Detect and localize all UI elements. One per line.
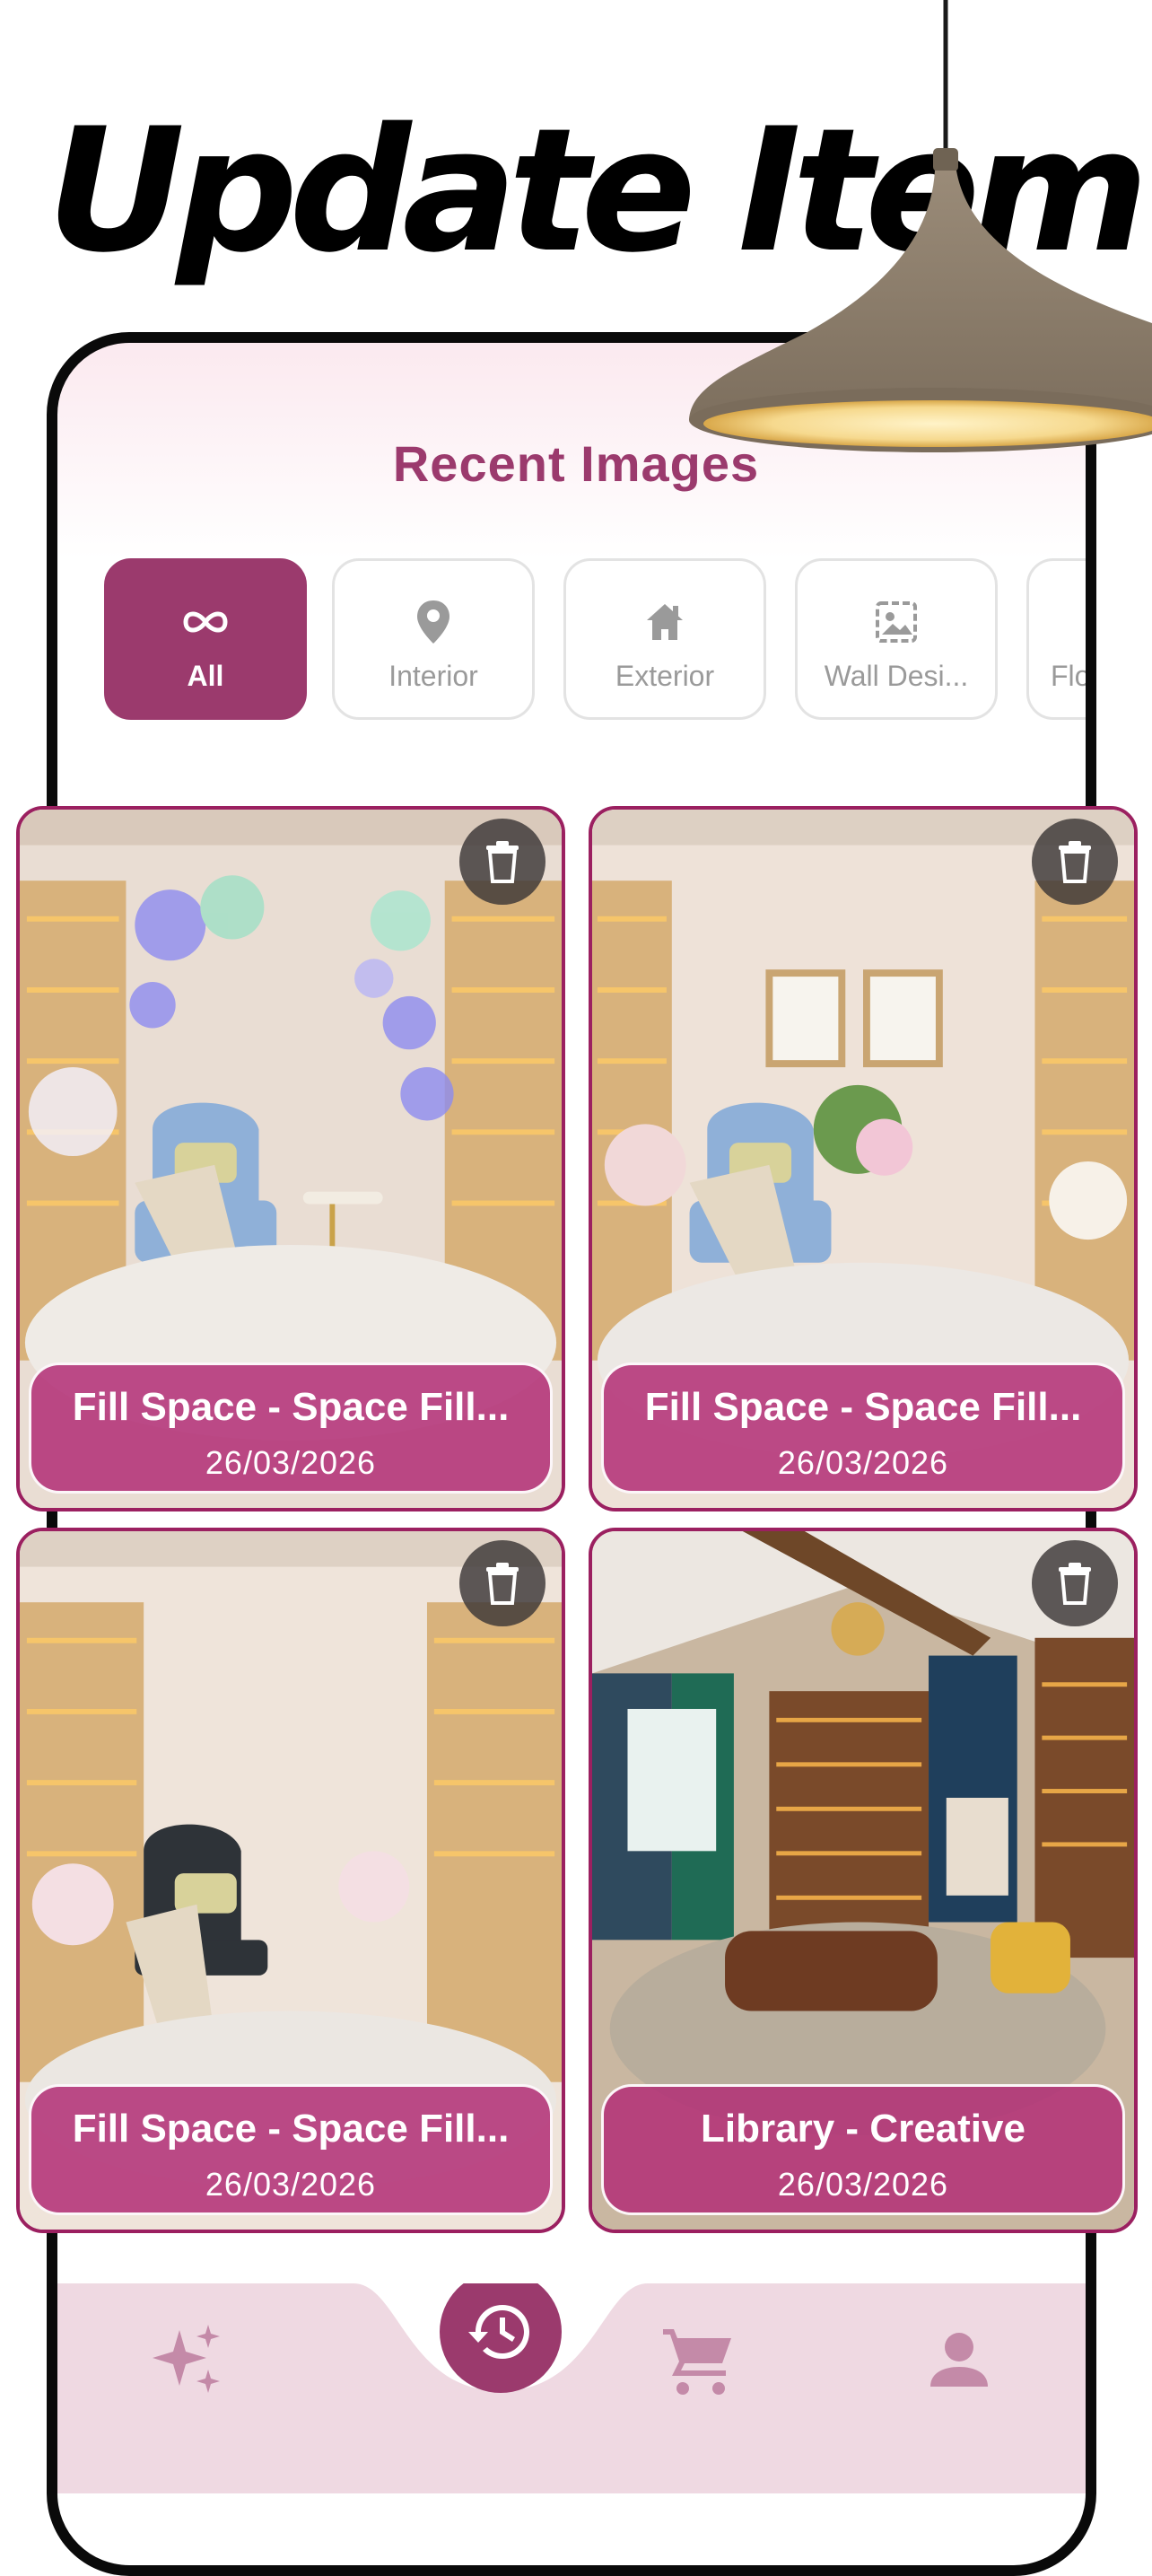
card-title: Library - Creative — [701, 2107, 1025, 2151]
infinity-icon — [107, 599, 304, 645]
filter-chip-floor[interactable]: Flo — [1026, 558, 1086, 720]
delete-button[interactable] — [459, 1540, 545, 1626]
category-filter-bar: All Interior Exterior Wall Desi... Flo — [104, 558, 1086, 729]
filter-chip-label: Flo — [1051, 660, 1086, 692]
floor-icon — [1029, 599, 1086, 645]
card-caption: Library - Creative 26/03/2026 — [601, 2084, 1125, 2215]
filter-chip-interior[interactable]: Interior — [332, 558, 535, 720]
wall-image-icon — [798, 599, 995, 645]
card-caption: Fill Space - Space Fill... 26/03/2026 — [29, 2084, 553, 2215]
card-date: 26/03/2026 — [205, 1444, 377, 1481]
delete-button[interactable] — [459, 819, 545, 905]
card-caption: Fill Space - Space Fill... 26/03/2026 — [601, 1362, 1125, 1494]
card-title: Fill Space - Space Fill... — [644, 1385, 1082, 1429]
profile-icon — [930, 2333, 988, 2387]
trash-icon — [486, 1563, 519, 1605]
location-pin-icon — [335, 599, 532, 645]
card-caption: Fill Space - Space Fill... 26/03/2026 — [29, 1362, 553, 1494]
delete-button[interactable] — [1032, 1540, 1118, 1626]
trash-icon — [1059, 1563, 1091, 1605]
filter-chip-label: All — [187, 660, 224, 692]
card-date: 26/03/2026 — [777, 2166, 949, 2203]
nav-ai-generate[interactable] — [147, 2319, 228, 2400]
trash-icon — [1059, 841, 1091, 883]
card-title: Fill Space - Space Fill... — [72, 2107, 510, 2151]
filter-chip-all[interactable]: All — [104, 558, 307, 720]
filter-chip-label: Exterior — [615, 660, 715, 692]
recent-image-card[interactable]: Fill Space - Space Fill... 26/03/2026 — [16, 1528, 565, 2233]
pendant-lamp-illustration — [689, 0, 1152, 452]
history-icon — [468, 2305, 529, 2359]
filter-chip-label: Interior — [388, 660, 478, 692]
recent-image-card[interactable]: Fill Space - Space Fill... 26/03/2026 — [16, 806, 565, 1511]
card-date: 26/03/2026 — [777, 1444, 949, 1481]
card-title: Fill Space - Space Fill... — [72, 1385, 510, 1429]
cart-icon — [663, 2329, 731, 2395]
sparkles-icon — [153, 2325, 220, 2393]
trash-icon — [486, 841, 519, 883]
recent-image-card[interactable]: Fill Space - Space Fill... 26/03/2026 — [589, 806, 1138, 1511]
nav-profile[interactable] — [919, 2319, 999, 2400]
recent-image-card[interactable]: Library - Creative 26/03/2026 — [589, 1528, 1138, 2233]
filter-chip-label: Wall Desi... — [824, 660, 969, 692]
nav-cart[interactable] — [655, 2318, 741, 2404]
bottom-navigation — [57, 2283, 1086, 2493]
filter-chip-wall-design[interactable]: Wall Desi... — [795, 558, 998, 720]
card-date: 26/03/2026 — [205, 2166, 377, 2203]
filter-chip-exterior[interactable]: Exterior — [563, 558, 766, 720]
home-icon — [566, 599, 764, 645]
delete-button[interactable] — [1032, 819, 1118, 905]
